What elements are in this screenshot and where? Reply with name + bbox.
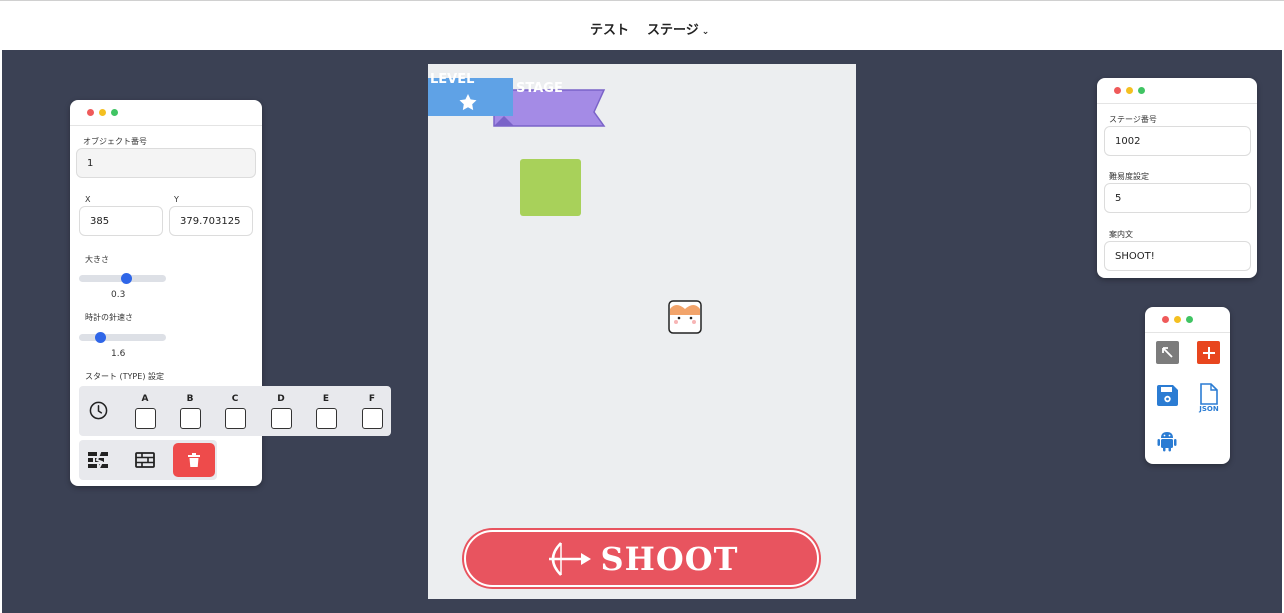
delete-button[interactable] — [173, 443, 215, 477]
window-controls — [70, 100, 262, 126]
json-file-icon — [1200, 383, 1218, 405]
window-controls — [1145, 307, 1230, 333]
type-f-label: F — [368, 394, 376, 404]
x-input[interactable]: 385 — [79, 206, 163, 236]
start-type-selector: A B C D E F — [79, 386, 391, 436]
object-actions-bar — [79, 440, 217, 480]
minimize-dot[interactable] — [99, 109, 106, 116]
difficulty-label: 難易度設定 — [1109, 172, 1149, 181]
top-bar: テスト ステージ ⌄ — [0, 0, 1284, 50]
type-option-d[interactable]: D — [269, 394, 293, 429]
android-icon — [1157, 432, 1177, 452]
window-controls — [1097, 78, 1257, 104]
plus-icon — [1202, 346, 1215, 359]
game-scene — [428, 78, 702, 334]
arrow-up-left-icon — [1162, 347, 1173, 358]
object-number-label: オブジェクト番号 — [83, 137, 147, 146]
type-b-label: B — [186, 394, 194, 404]
clock-speed-slider-knob[interactable] — [95, 332, 107, 343]
clock-speed-slider[interactable] — [79, 332, 166, 343]
json-label: JSON — [1199, 405, 1219, 413]
cat-character[interactable] — [668, 300, 702, 334]
brick-wall-icon[interactable] — [135, 452, 155, 472]
green-block[interactable] — [520, 159, 581, 216]
clock-speed-value: 1.6 — [111, 349, 126, 359]
top-nav: テスト ステージ ⌄ — [590, 19, 709, 38]
save-button[interactable] — [1157, 385, 1178, 410]
maximize-dot[interactable] — [1138, 87, 1145, 94]
export-json-button[interactable]: JSON — [1195, 383, 1223, 413]
minimize-dot[interactable] — [1174, 316, 1181, 323]
type-d-label: D — [277, 394, 285, 404]
select-tool-button[interactable] — [1156, 341, 1179, 364]
size-slider-knob[interactable] — [121, 273, 133, 284]
type-f-checkbox[interactable] — [361, 408, 383, 429]
type-e-label: E — [322, 394, 330, 404]
stage-number-input[interactable]: 1002 — [1104, 126, 1251, 156]
shoot-button[interactable]: SHOOT — [464, 530, 819, 587]
type-option-e[interactable]: E — [314, 394, 338, 429]
android-export-button[interactable] — [1157, 430, 1177, 456]
stage-label: STAGE — [516, 81, 563, 96]
object-number-input[interactable]: 1 — [76, 148, 256, 178]
type-a-checkbox[interactable] — [134, 408, 156, 429]
floppy-disk-icon — [1157, 385, 1178, 406]
bow-arrow-icon — [548, 541, 591, 576]
trash-icon — [188, 453, 200, 467]
wall-broken-icon[interactable] — [87, 449, 109, 474]
size-slider[interactable] — [79, 273, 166, 284]
stage-settings-window: ステージ番号 1002 難易度設定 5 案内文 SHOOT! — [1097, 78, 1257, 278]
chevron-down-icon: ⌄ — [701, 27, 710, 37]
type-c-label: C — [231, 394, 239, 404]
type-b-checkbox[interactable] — [179, 408, 201, 429]
clock-speed-label: 時計の針速さ — [85, 313, 133, 322]
y-label: Y — [174, 195, 179, 204]
type-option-f[interactable]: F — [360, 394, 384, 429]
nav-test[interactable]: テスト — [590, 19, 629, 38]
start-type-label: スタート (TYPE) 設定 — [85, 372, 164, 381]
size-label: 大きさ — [85, 255, 109, 264]
maximize-dot[interactable] — [1186, 316, 1193, 323]
x-label: X — [85, 195, 91, 204]
type-option-c[interactable]: C — [223, 394, 247, 429]
clock-icon[interactable] — [89, 401, 108, 424]
type-c-checkbox[interactable] — [224, 408, 246, 429]
guide-text-input[interactable]: SHOOT! — [1104, 241, 1251, 271]
nav-stage-menu[interactable]: ステージ ⌄ — [647, 19, 709, 38]
game-canvas[interactable]: LEVEL STAGE — [428, 64, 856, 599]
shoot-label: SHOOT — [600, 539, 739, 578]
type-option-b[interactable]: B — [178, 394, 202, 429]
level-label: LEVEL — [430, 72, 475, 87]
type-option-a[interactable]: A — [133, 394, 157, 429]
stage-number-label: ステージ番号 — [1109, 115, 1157, 124]
nav-stage-label: ステージ — [647, 23, 699, 38]
minimize-dot[interactable] — [1126, 87, 1133, 94]
type-e-checkbox[interactable] — [315, 408, 337, 429]
type-d-checkbox[interactable] — [270, 408, 292, 429]
maximize-dot[interactable] — [111, 109, 118, 116]
size-value: 0.3 — [111, 290, 126, 300]
type-a-label: A — [141, 394, 149, 404]
close-dot[interactable] — [1114, 87, 1121, 94]
close-dot[interactable] — [87, 109, 94, 116]
guide-text-label: 案内文 — [1109, 230, 1133, 239]
y-input[interactable]: 379.703125 — [169, 206, 253, 236]
add-object-button[interactable] — [1197, 341, 1220, 364]
close-dot[interactable] — [1162, 316, 1169, 323]
difficulty-input[interactable]: 5 — [1104, 183, 1251, 213]
tools-window: JSON — [1145, 307, 1230, 464]
